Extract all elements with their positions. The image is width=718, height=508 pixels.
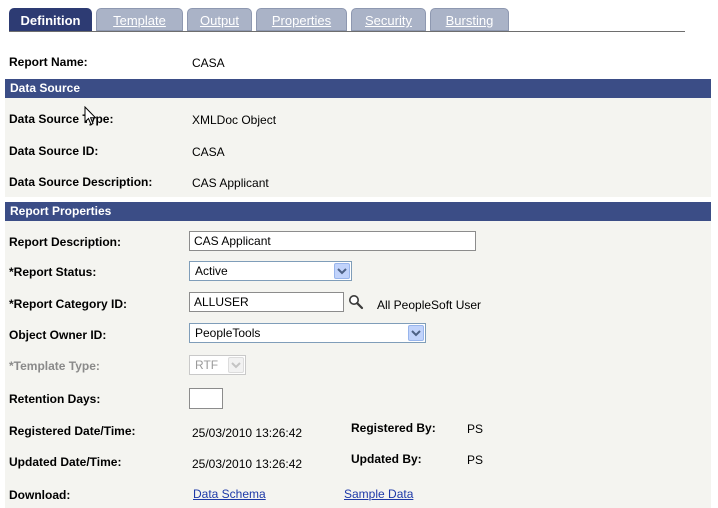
registered-by-value: PS [467, 422, 484, 436]
download-label: Download: [9, 488, 71, 502]
report-status-label: *Report Status: [9, 265, 97, 279]
template-type-value: RTF [195, 358, 219, 372]
tab-security[interactable]: Security [351, 8, 426, 31]
tab-output[interactable]: Output [187, 8, 252, 31]
report-name-value: CASA [192, 56, 225, 70]
data-schema-link[interactable]: Data Schema [193, 487, 266, 501]
registered-by-label: Registered By: [351, 421, 436, 435]
updated-by-value: PS [467, 453, 484, 467]
report-status-value: Active [195, 264, 228, 278]
report-description-label: Report Description: [9, 235, 122, 249]
search-icon[interactable] [348, 294, 364, 310]
tab-definition[interactable]: Definition [9, 8, 92, 31]
report-description-input[interactable]: CAS Applicant [189, 231, 476, 251]
retention-days-input[interactable] [189, 388, 223, 409]
report-properties-header: Report Properties [5, 202, 711, 221]
tab-bar: Definition Template Output Properties Se… [9, 8, 685, 32]
chevron-down-icon[interactable] [334, 263, 350, 279]
object-owner-label: Object Owner ID: [9, 328, 107, 342]
sample-data-link[interactable]: Sample Data [344, 487, 413, 501]
object-owner-select[interactable]: PeopleTools [189, 323, 426, 343]
chevron-down-icon [228, 357, 244, 373]
report-definition-page: Definition Template Output Properties Se… [0, 0, 718, 508]
report-category-label: *Report Category ID: [9, 297, 128, 311]
updated-by-label: Updated By: [351, 452, 422, 466]
data-source-type-label: Data Source Type: [9, 112, 114, 126]
data-source-id-label: Data Source ID: [9, 144, 99, 158]
data-source-description-value: CAS Applicant [192, 176, 269, 190]
data-source-id-value: CASA [192, 145, 225, 159]
report-status-select[interactable]: Active [189, 261, 352, 281]
object-owner-value: PeopleTools [195, 326, 261, 340]
tab-bursting[interactable]: Bursting [430, 8, 509, 31]
tab-properties[interactable]: Properties [256, 8, 347, 31]
template-type-select: RTF [189, 355, 246, 375]
data-source-type-value: XMLDoc Object [192, 113, 277, 127]
chevron-down-icon[interactable] [408, 325, 424, 341]
template-type-label: *Template Type: [9, 359, 100, 373]
retention-days-label: Retention Days: [9, 392, 101, 406]
registered-datetime-label: Registered Date/Time: [9, 424, 136, 438]
updated-datetime-value: 25/03/2010 13:26:42 [192, 457, 303, 471]
report-name-label: Report Name: [9, 55, 88, 69]
data-source-header: Data Source [5, 79, 711, 98]
data-source-description-label: Data Source Description: [9, 175, 153, 189]
updated-datetime-label: Updated Date/Time: [9, 455, 122, 469]
report-category-input[interactable]: ALLUSER [189, 292, 344, 312]
tab-divider [9, 31, 685, 32]
registered-datetime-value: 25/03/2010 13:26:42 [192, 426, 303, 440]
report-category-description: All PeopleSoft User [377, 298, 482, 312]
tab-template[interactable]: Template [96, 8, 183, 31]
